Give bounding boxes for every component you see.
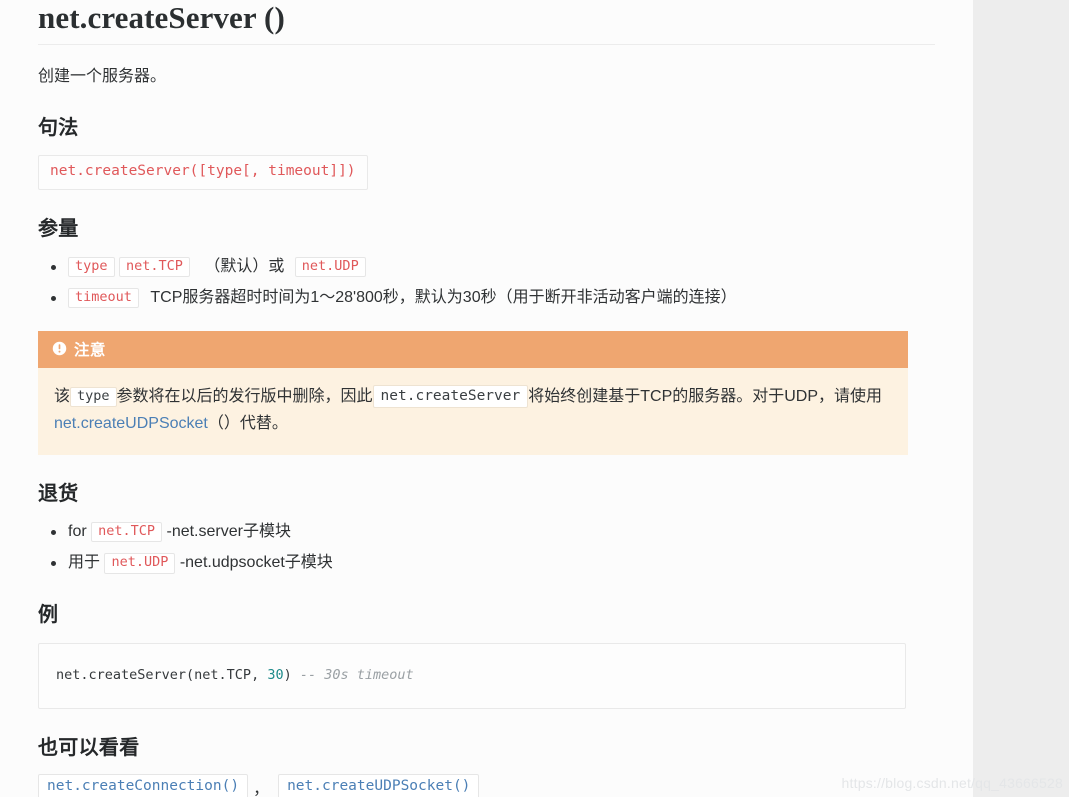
intro-paragraph: 创建一个服务器。 xyxy=(38,67,167,85)
example-code-block: net.createServer(net.TCP, 30) -- 30s tim… xyxy=(38,642,906,709)
note-chip-type: type xyxy=(70,386,117,408)
example-code-number: 30 xyxy=(267,666,284,683)
link-net-createudpsocket[interactable]: net.createUDPSocket xyxy=(54,415,208,432)
returns-list: for net.TCP -net.server子模块 用于 net.UDP -n… xyxy=(38,519,935,576)
param-text-timeout: TCP服务器超时时间为1〜28'800秒，默认为30秒（用于断开非活动客户端的连… xyxy=(150,288,737,306)
see-also-link-createudpsocket[interactable]: net.createUDPSocket() xyxy=(278,773,480,797)
section-heading-see-also: 也可以看看 xyxy=(38,734,140,759)
param-text-default: （默认）或 xyxy=(204,257,285,275)
page-title: net.createServer () xyxy=(38,0,935,45)
section-heading-syntax: 句法 xyxy=(38,115,79,140)
param-chip-net-tcp: net.TCP xyxy=(118,256,190,278)
returns-suffix-tcp: -net.server子模块 xyxy=(166,522,291,540)
returns-chip-net-tcp: net.TCP xyxy=(91,521,163,543)
param-chip-timeout: timeout xyxy=(68,287,139,309)
document-page: net.createServer () 创建一个服务器。 句法 net.crea… xyxy=(0,0,973,797)
param-chip-net-udp: net.UDP xyxy=(294,256,366,278)
note-chip-createserver: net.createServer xyxy=(372,384,529,409)
list-item: 用于 net.UDP -net.udpsocket子模块 xyxy=(38,550,935,576)
see-also-row: net.createConnection() ， net.createUDPSo… xyxy=(38,773,935,797)
document-content: net.createServer () 创建一个服务器。 句法 net.crea… xyxy=(0,0,973,797)
example-code-comment: -- 30s timeout xyxy=(299,666,414,683)
parameters-list: type net.TCP （默认）或 net.UDP timeout TCP服务… xyxy=(38,254,935,311)
section-heading-example: 例 xyxy=(38,601,59,626)
example-code-main: net.createServer(net.TCP, xyxy=(56,666,268,683)
list-item: timeout TCP服务器超时时间为1〜28'800秒，默认为30秒（用于断开… xyxy=(38,285,935,311)
syntax-code-block: net.createServer([type[, timeout]]) xyxy=(38,155,368,190)
see-also-link-createconnection[interactable]: net.createConnection() xyxy=(38,773,249,797)
section-heading-parameters: 参量 xyxy=(38,215,79,240)
note-callout: 注意 该 type 参数将在以后的发行版中删除，因此 net.createServer… xyxy=(38,330,908,455)
returns-suffix-udp: -net.udpsocket子模块 xyxy=(179,553,333,571)
note-callout-header: 注意 xyxy=(38,330,908,368)
exclamation-circle-icon xyxy=(52,341,67,356)
returns-prefix-udp: 用于 xyxy=(68,553,101,571)
list-item: type net.TCP （默认）或 net.UDP xyxy=(38,254,935,280)
example-code-close: ) xyxy=(283,666,300,683)
returns-chip-net-udp: net.UDP xyxy=(104,553,176,574)
note-text-4: （）代替。 xyxy=(207,415,288,433)
note-text-3: 将始终创建基于TCP的服务器。对于UDP，请使用 xyxy=(528,387,883,405)
list-item: for net.TCP -net.server子模块 xyxy=(38,519,935,545)
note-callout-body: 该 type 参数将在以后的发行版中删除，因此 net.createServer 将始终… xyxy=(38,368,908,455)
see-also-separator: ， xyxy=(253,780,270,797)
note-callout-title: 注意 xyxy=(74,341,106,359)
page-right-gutter xyxy=(973,0,1069,797)
returns-prefix-tcp: for xyxy=(68,522,87,540)
param-chip-type: type xyxy=(68,256,115,278)
section-heading-returns: 退货 xyxy=(38,480,79,505)
note-text-2: 参数将在以后的发行版中删除，因此 xyxy=(116,387,373,405)
note-text-1: 该 xyxy=(54,387,71,405)
